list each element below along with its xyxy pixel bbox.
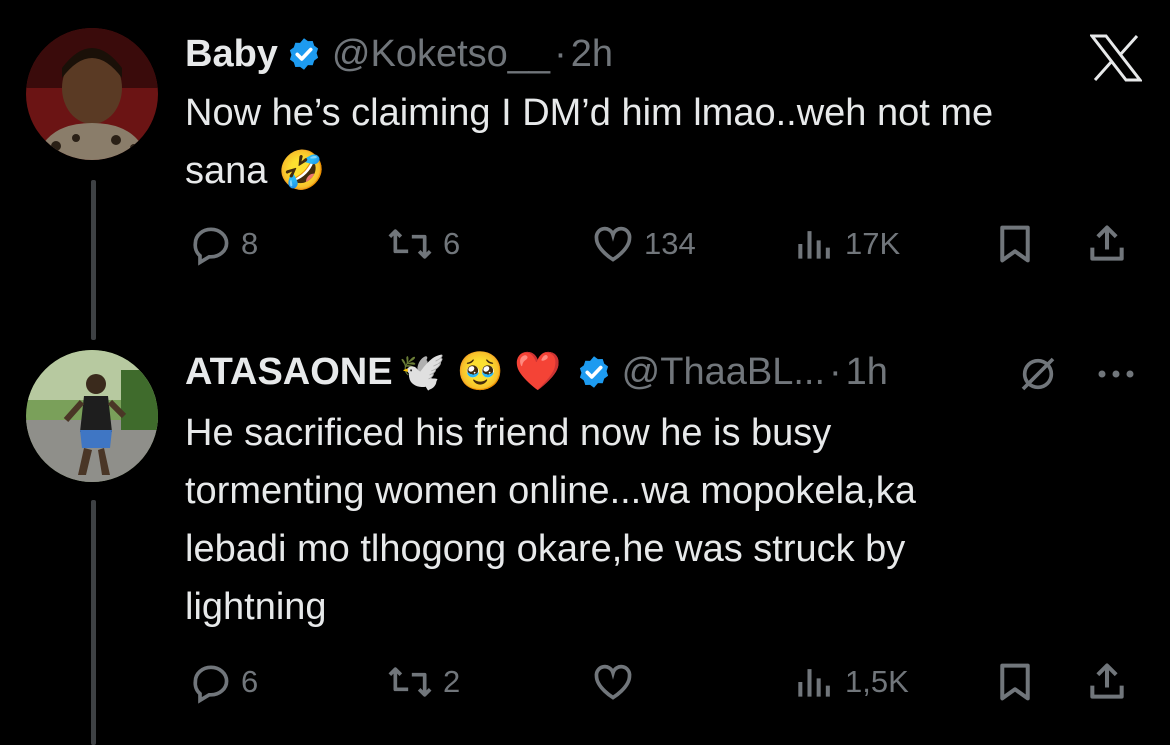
separator: · bbox=[829, 351, 842, 393]
bookmark-icon bbox=[995, 222, 1035, 266]
timestamp[interactable]: 1h bbox=[846, 350, 888, 394]
retweet-icon bbox=[385, 222, 435, 266]
name-emojis: 🕊️ 🥹 ❤️ bbox=[398, 351, 562, 393]
reply-button[interactable]: 8 bbox=[189, 222, 258, 266]
like-icon bbox=[590, 222, 636, 266]
avatar[interactable] bbox=[26, 350, 158, 482]
share-icon bbox=[1085, 222, 1129, 266]
bookmark-icon bbox=[995, 660, 1035, 704]
text-line: tormenting women online...wa mopokela,ka bbox=[185, 470, 916, 512]
retweet-button[interactable]: 6 bbox=[385, 222, 460, 266]
grok-icon[interactable] bbox=[1018, 354, 1058, 399]
views-icon bbox=[793, 660, 837, 704]
tweet-text: He sacrificed his friend now he is busy … bbox=[185, 404, 1145, 636]
verified-badge-icon bbox=[286, 36, 322, 72]
action-bar: 8 6 134 17K bbox=[185, 222, 1140, 272]
views-button[interactable]: 1,5K bbox=[793, 660, 909, 704]
reply-icon bbox=[189, 660, 233, 704]
handle[interactable]: @Koketso__ bbox=[332, 32, 550, 76]
text-line: Now he’s claiming I DM’d him lmao..weh n… bbox=[185, 92, 994, 134]
display-name[interactable]: Baby bbox=[185, 32, 278, 76]
retweet-icon bbox=[385, 660, 435, 704]
separator: · bbox=[554, 33, 567, 75]
share-button[interactable] bbox=[1085, 660, 1129, 704]
reply-icon bbox=[189, 222, 233, 266]
views-button[interactable]: 17K bbox=[793, 222, 900, 266]
like-count: 134 bbox=[644, 226, 696, 261]
timestamp[interactable]: 2h bbox=[571, 32, 613, 76]
text-line: He sacrificed his friend now he is busy bbox=[185, 412, 832, 454]
reply-count: 6 bbox=[241, 664, 259, 699]
retweet-count: 2 bbox=[443, 664, 461, 699]
tweet-header: Baby @Koketso__ · 2h bbox=[185, 32, 613, 76]
display-name[interactable]: ATASAONE bbox=[185, 350, 393, 394]
handle[interactable]: @ThaaBL... bbox=[622, 350, 825, 394]
x-logo-icon bbox=[1088, 34, 1144, 87]
retweet-count: 6 bbox=[443, 226, 461, 261]
more-icon[interactable] bbox=[1094, 358, 1138, 395]
action-bar: 6 2 1,5K bbox=[185, 660, 1140, 710]
bookmark-button[interactable] bbox=[995, 222, 1035, 266]
like-icon bbox=[590, 660, 636, 704]
bookmark-button[interactable] bbox=[995, 660, 1035, 704]
verified-badge-icon bbox=[576, 354, 612, 390]
avatar[interactable] bbox=[26, 28, 158, 160]
share-icon bbox=[1085, 660, 1129, 704]
like-button[interactable] bbox=[590, 660, 644, 704]
views-count: 17K bbox=[845, 226, 901, 261]
reply-count: 8 bbox=[241, 226, 259, 261]
retweet-button[interactable]: 2 bbox=[385, 660, 460, 704]
text-line: lebadi mo tlhogong okare,he was struck b… bbox=[185, 528, 906, 570]
reply-button[interactable]: 6 bbox=[189, 660, 258, 704]
tweet-1[interactable]: Baby @Koketso__ · 2h Now he’s claiming I… bbox=[0, 0, 1170, 320]
tweet-2[interactable]: ATASAONE 🕊️ 🥹 ❤️ @ThaaBL... · 1h He sacr… bbox=[0, 340, 1170, 745]
tweet-text: Now he’s claiming I DM’d him lmao..weh n… bbox=[185, 84, 1145, 200]
text-line: lightning bbox=[185, 586, 327, 628]
views-icon bbox=[793, 222, 837, 266]
views-count: 1,5K bbox=[845, 664, 909, 699]
tweet-header: ATASAONE 🕊️ 🥹 ❤️ @ThaaBL... · 1h bbox=[185, 350, 888, 394]
like-button[interactable]: 134 bbox=[590, 222, 696, 266]
text-line: sana 🤣 bbox=[185, 150, 326, 192]
share-button[interactable] bbox=[1085, 222, 1129, 266]
